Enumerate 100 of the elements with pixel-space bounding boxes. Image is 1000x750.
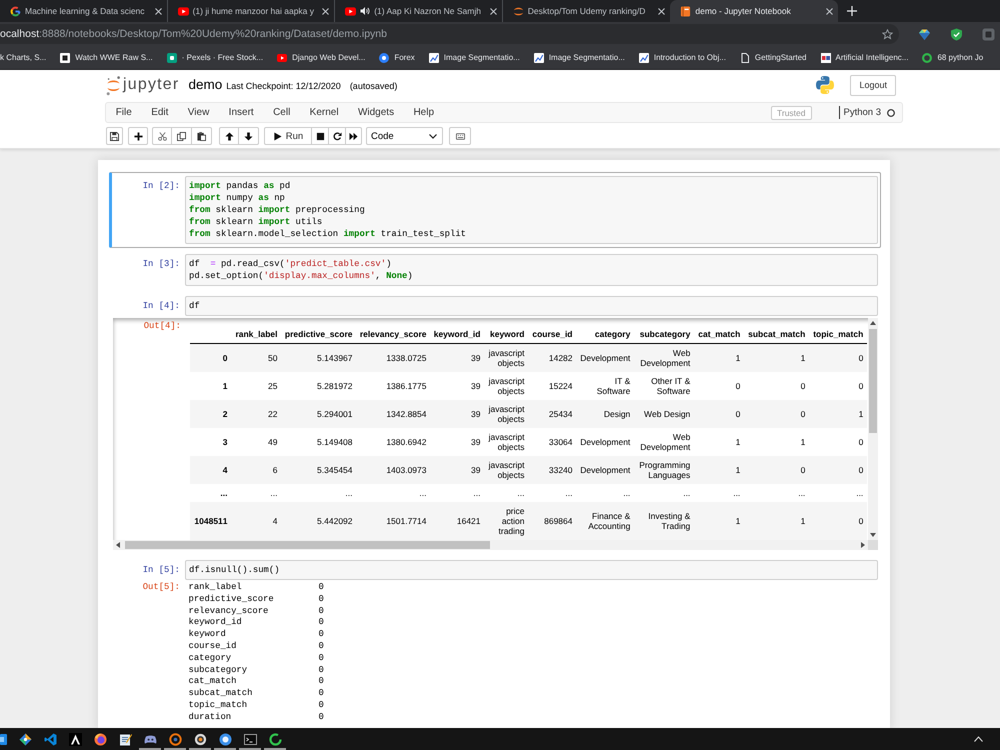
vertical-scrollbar[interactable] <box>868 318 878 540</box>
notebook-name[interactable]: demo <box>188 77 222 92</box>
snake-logo-icon <box>815 75 836 95</box>
row-index: 0 <box>190 344 231 372</box>
bookmark[interactable]: Forex <box>379 52 415 62</box>
menu-item[interactable]: File <box>106 107 142 118</box>
bookmark[interactable]: Django Web Devel... <box>277 52 366 62</box>
notebook-cell[interactable]: In [5]: df.isnull().sum() Out[5]: rank_label 0 predictive_score 0 relevancy_score 0 keyword_id 0 keyword 0 course_id 0 category 0 subcategory 0 cat_match 0 subcat_match 0 topic_match 0 duration 0 <box>109 556 881 728</box>
bookmark[interactable]: Watch WWE Raw S... <box>60 52 153 62</box>
menu-item[interactable]: Insert <box>218 107 264 118</box>
diamond-icon <box>18 732 32 746</box>
caret-left-icon[interactable] <box>116 542 120 548</box>
bookmark[interactable]: k Charts, S... <box>0 53 46 62</box>
series-value: 0 <box>318 712 324 722</box>
tile-icon[interactable] <box>982 28 995 40</box>
logo-tile-icon <box>820 52 831 62</box>
menu-item[interactable]: Widgets <box>348 107 404 118</box>
close-icon[interactable] <box>322 8 330 14</box>
arrow-up-icon <box>224 132 234 140</box>
play-icon <box>272 132 282 140</box>
menu-item[interactable]: Help <box>404 107 444 118</box>
menu-item[interactable]: Kernel <box>300 107 348 118</box>
close-icon[interactable] <box>490 8 497 14</box>
table-cell: javascript objects <box>484 428 528 456</box>
notebook-cell[interactable]: In [3]: df = pd.read_csv('predict_table.csv') pd.set_option('display.max_columns', None) <box>109 250 881 290</box>
save-button[interactable] <box>106 127 123 145</box>
caret-down-icon[interactable] <box>870 533 876 537</box>
move-down-button[interactable] <box>239 127 259 145</box>
bookmark[interactable]: Image Segmentatio... <box>534 52 625 62</box>
code-editor[interactable]: df <box>185 296 878 316</box>
cut-button[interactable] <box>152 127 172 145</box>
gem-icon[interactable] <box>918 28 931 40</box>
paste-button[interactable] <box>192 127 212 145</box>
browser-tab[interactable]: demo - Jupyter Notebook <box>670 0 838 22</box>
shield-icon[interactable] <box>950 28 963 40</box>
stop-button[interactable] <box>312 127 329 145</box>
horizontal-scrollbar[interactable] <box>113 540 868 550</box>
bookmark[interactable]: GettingStarted <box>740 52 807 62</box>
scissors-icon <box>158 132 166 140</box>
table-cell: 1 <box>744 428 809 456</box>
code-editor[interactable]: df.isnull().sum() <box>185 560 878 580</box>
row-index: 2 <box>190 400 231 428</box>
insert-cell-button[interactable] <box>128 127 148 145</box>
logout-button[interactable]: Logout <box>850 74 896 96</box>
logo-text[interactable]: jupyter <box>123 76 180 94</box>
caret-right-icon[interactable] <box>861 542 865 548</box>
keyboard-button[interactable] <box>449 127 471 145</box>
table-cell: 15224 <box>528 372 576 400</box>
close-icon[interactable] <box>154 8 162 14</box>
bookmark[interactable]: · Pexels · Free Stock... <box>166 52 264 62</box>
close-icon[interactable] <box>658 8 666 14</box>
table-cell: 14282 <box>528 344 576 372</box>
copy-button[interactable] <box>172 127 192 145</box>
run-all-button[interactable] <box>346 127 362 145</box>
scrollbar-thumb[interactable] <box>125 541 490 549</box>
table-cell: 0 <box>808 456 867 484</box>
ring-icon <box>268 732 282 746</box>
bookmark[interactable]: 68 python Jo <box>922 52 984 62</box>
close-icon[interactable] <box>826 8 833 14</box>
table-cell: 39 <box>430 456 484 484</box>
scrollbar-thumb[interactable] <box>869 329 877 433</box>
notebook-cell[interactable]: In [2]: import pandas as pd import numpy as np from sklearn import preprocessing from sklearn import utils from sklearn.model_selection import train_test_split <box>109 172 881 248</box>
table-cell: 5.143967 <box>281 344 356 372</box>
menu-item[interactable]: Cell <box>263 107 300 118</box>
code-editor[interactable]: df = pd.read_csv('predict_table.csv') pd.set_option('display.max_columns', None) <box>185 254 878 286</box>
table-cell: javascript objects <box>484 344 528 372</box>
series-label: keyword <box>188 629 226 640</box>
star-icon[interactable] <box>882 28 893 40</box>
menu-item[interactable]: Edit <box>142 107 178 118</box>
table-cell: ... <box>430 484 484 502</box>
table-cell: 1501.7714 <box>356 502 430 540</box>
target-icon <box>168 732 182 746</box>
series-value: 0 <box>318 582 324 592</box>
table-cell: 0 <box>744 456 809 484</box>
arrow-down-icon <box>244 132 253 140</box>
address-field[interactable]: ocalhost:8888/notebooks/Desktop/Tom%20Udemy%20ranking/Dataset/demo.ipynb <box>0 24 899 44</box>
chevron-up-icon[interactable] <box>974 736 983 742</box>
kernel-name[interactable]: Python 3 <box>838 106 881 119</box>
menu-item[interactable]: View <box>178 107 219 118</box>
emblem-icon <box>68 732 82 746</box>
table-cell: ... <box>484 484 528 502</box>
caret-up-icon[interactable] <box>870 321 876 325</box>
restart-button[interactable] <box>329 127 346 145</box>
move-up-button[interactable] <box>219 127 239 145</box>
browser-tab[interactable]: Desktop/Tom Udemy ranking/D <box>502 0 670 22</box>
table-cell: 16421 <box>430 502 484 540</box>
cell-type-select[interactable]: Code <box>366 127 443 145</box>
bookmark[interactable]: Artificial Intelligenc... <box>820 52 908 62</box>
table-cell: 39 <box>430 428 484 456</box>
circle-icon <box>218 732 232 746</box>
table-cell: Development <box>576 456 634 484</box>
bookmark[interactable]: Introduction to Obj... <box>638 52 726 62</box>
run-button[interactable]: Run <box>264 127 312 145</box>
bookmark[interactable]: Image Segmentatio... <box>428 52 520 62</box>
speaker-icon[interactable] <box>360 6 370 16</box>
logo-icon[interactable] <box>106 74 121 96</box>
code-editor[interactable]: import pandas as pd import numpy as np from sklearn import preprocessing from sklearn import utils from sklearn.model_selection import train_test_split <box>185 176 878 244</box>
plus-icon[interactable] <box>846 6 857 16</box>
row-index: ... <box>190 484 231 502</box>
table-cell: 0 <box>808 372 867 400</box>
